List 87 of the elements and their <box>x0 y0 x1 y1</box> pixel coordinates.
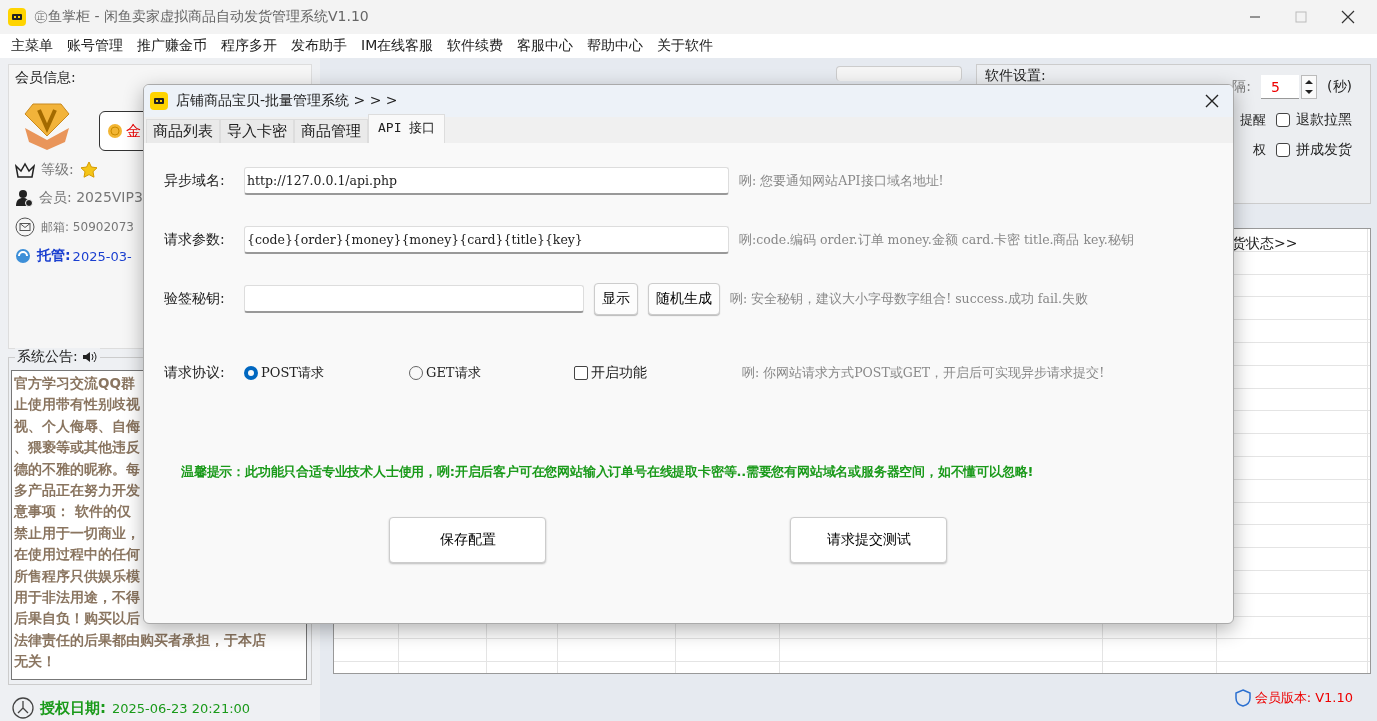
hosting-date: 2025-03- <box>72 248 132 264</box>
notice-line: 用于非法用途，不得 <box>14 588 140 608</box>
menu-item[interactable]: 客服中心 <box>510 37 581 55</box>
hint-text: 咧:code.编码 order.订单 money.金额 card.卡密 title.商品 key.秘钥 <box>739 231 1134 249</box>
menu-item[interactable]: 推广赚金币 <box>130 37 214 55</box>
menu-item[interactable]: 关于软件 <box>650 37 721 55</box>
close-icon <box>1341 10 1355 24</box>
email-text: 邮箱: 50902073 <box>41 218 134 236</box>
user-icon <box>15 189 33 207</box>
notice-line: 所售程序只供娱乐模 <box>14 566 140 586</box>
option-label: 权 <box>1253 141 1266 159</box>
menu-item[interactable]: 账号管理 <box>60 37 130 55</box>
auth-date: 2025-06-23 20:21:00 <box>112 700 251 716</box>
notice-line: 、猥亵等或其他违反 <box>14 438 140 458</box>
version-text: 会员版本: V1.10 <box>1254 688 1353 707</box>
tab[interactable]: 商品管理 <box>294 119 368 143</box>
app-logo-icon <box>150 92 168 110</box>
crown-icon <box>15 162 35 178</box>
mail-icon <box>15 217 35 237</box>
input-field[interactable] <box>244 285 584 313</box>
member-id: 会员: 2025VIP3 <box>39 189 143 207</box>
tip-text: 温馨提示：此功能只合适专业技术人士使用，咧:开启后客户可在您网站输入订单号在线提取卡密等..需要您有网站域名或服务器空间，如不懂可以忽略! <box>181 463 1035 481</box>
spinner-arrows-icon <box>1301 75 1318 99</box>
maximize-icon <box>1295 11 1307 23</box>
notice-line: 多产品正在努力开发 <box>14 481 140 501</box>
menu-item[interactable]: 软件续费 <box>440 37 511 55</box>
field-label: 验签秘钥: <box>164 290 226 308</box>
notice-line: 在使用过程中的任何 <box>14 545 140 565</box>
window-title: ㊣鱼掌柜 - 闲鱼卖家虚拟商品自动发货管理系统V1.10 <box>34 8 369 26</box>
checkbox-label[interactable]: 拼成发货 <box>1296 141 1352 159</box>
unit-label: (秒) <box>1327 78 1352 96</box>
star-icon <box>79 161 98 179</box>
level-label: 等级: <box>41 161 74 179</box>
checkbox-label[interactable]: 开启功能 <box>591 364 647 382</box>
option-label: 提醒 <box>1240 111 1266 129</box>
field-label: 请求参数: <box>164 231 226 249</box>
radio-label[interactable]: GET请求 <box>426 364 481 382</box>
menu-item[interactable]: IM在线客服 <box>354 37 441 55</box>
close-icon <box>1205 94 1219 108</box>
menu-item[interactable]: 发布助手 <box>284 37 354 55</box>
input-field[interactable]: http://127.0.0.1/api.php <box>244 167 729 195</box>
section-title: 软件设置: <box>985 67 1047 85</box>
column-header: 货状态>> <box>1232 235 1298 253</box>
checkbox-label[interactable]: 退款拉黑 <box>1296 111 1352 129</box>
checkbox[interactable] <box>574 366 588 380</box>
hosting-label: 托管: <box>37 247 71 265</box>
tab[interactable]: API 接口 <box>368 114 446 143</box>
tab[interactable]: 商品列表 <box>146 119 220 143</box>
menu-item[interactable]: 帮助中心 <box>580 37 651 55</box>
shield-icon <box>1234 688 1251 707</box>
clock-icon <box>12 697 34 719</box>
notice-line: 意事项： 软件的仅 <box>14 502 131 522</box>
app-logo-icon <box>8 8 26 26</box>
interval-field[interactable]: 5 <box>1261 75 1300 99</box>
tab[interactable]: 导入卡密 <box>220 119 294 143</box>
button[interactable]: 保存配置 <box>389 517 546 563</box>
input-field[interactable]: {code}{order}{money}{money}{card}{title}{key} <box>244 226 729 254</box>
notice-line: 视、个人侮辱、自侮 <box>14 416 140 436</box>
coin-label: 金 <box>126 121 141 141</box>
button[interactable]: 显示 <box>594 283 638 315</box>
hint-text: 咧: 您要通知网站API接口域名地址! <box>739 172 944 190</box>
hosting-icon <box>15 248 31 264</box>
notice-line: 后果自负！购买以后 <box>14 609 140 629</box>
radio-button[interactable] <box>244 366 258 380</box>
radio-label[interactable]: POST请求 <box>261 364 324 382</box>
menu-item[interactable]: 主菜单 <box>4 37 60 55</box>
field-label: 请求协议: <box>164 364 226 382</box>
hint-text: 咧: 安全秘钥，建议大小字母数字组合! success.成功 fail.失败 <box>730 290 1088 308</box>
checkbox[interactable] <box>1276 143 1290 157</box>
auth-date-label: 授权日期: <box>40 698 106 718</box>
coin-icon <box>108 124 122 138</box>
notice-line: 官方学习交流QQ群 <box>14 374 135 393</box>
speaker-icon <box>81 350 98 364</box>
notice-line: 法律责任的后果都由购买者承担，于本店 <box>14 630 266 650</box>
notice-line: 无关！ <box>14 652 56 672</box>
notice-line: 止使用带有性别歧视 <box>14 395 140 415</box>
field-label: 异步域名: <box>164 172 226 190</box>
section-title: 会员信息: <box>15 69 77 87</box>
menu-item[interactable]: 程序多开 <box>214 37 284 55</box>
button[interactable]: 请求提交测试 <box>790 517 947 563</box>
button[interactable]: 随机生成 <box>648 283 720 315</box>
notice-line: 禁止用于一切商业， <box>14 523 140 543</box>
checkbox[interactable] <box>1276 113 1290 127</box>
dialog-title: 店铺商品宝贝-批量管理系统 > > > <box>176 92 398 110</box>
notice-line: 德的不雅的昵称。每 <box>14 459 140 479</box>
hint-text: 咧: 你网站请求方式POST或GET，开启后可实现异步请求提交! <box>742 364 1105 382</box>
section-title: 系统公告: <box>17 348 78 366</box>
